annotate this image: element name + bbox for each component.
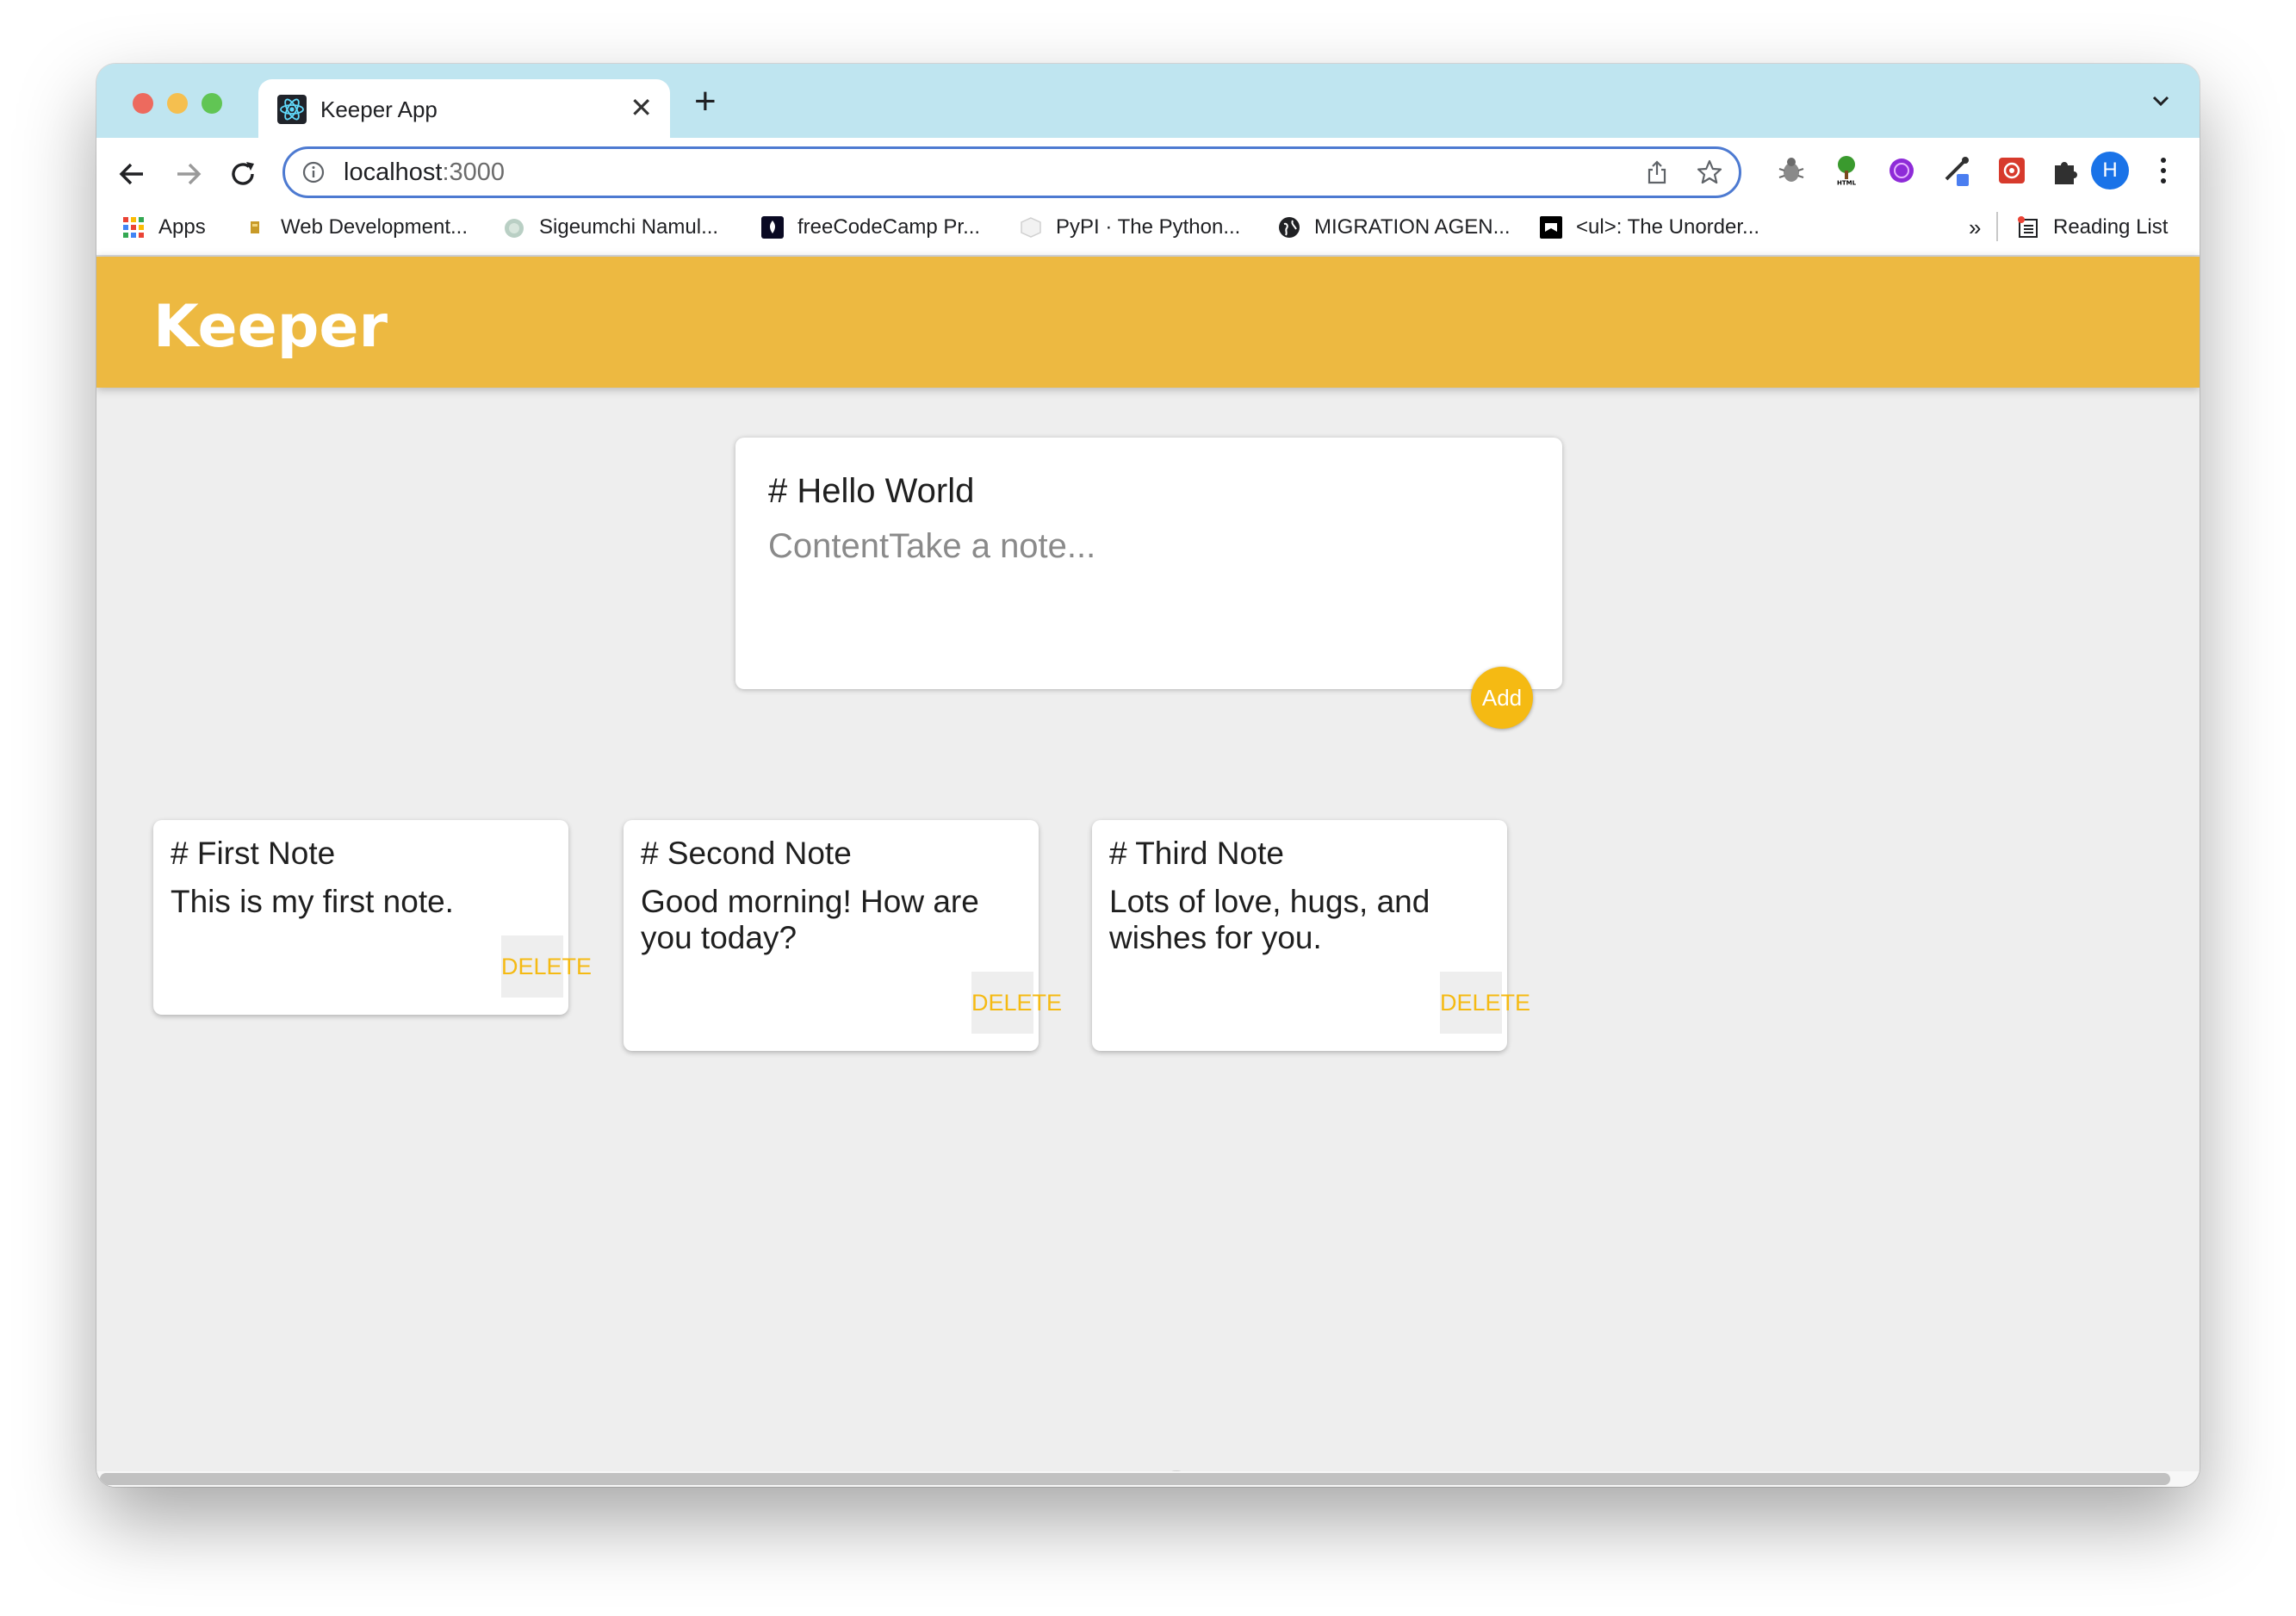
bug-extension-icon[interactable]: [1774, 153, 1809, 188]
bookmark-pypi[interactable]: PyPI · The Python...: [1020, 212, 1240, 243]
app-title: Keeper: [153, 293, 388, 361]
info-icon[interactable]: [302, 161, 325, 183]
react-logo-icon: [277, 95, 307, 124]
profile-avatar[interactable]: H: [2091, 152, 2129, 190]
close-window-button[interactable]: [133, 93, 153, 114]
freecodecamp-icon: [761, 216, 784, 239]
delete-note-button[interactable]: DELETE: [501, 935, 592, 998]
minimize-window-button[interactable]: [167, 93, 188, 114]
address-bar[interactable]: localhost:3000: [282, 146, 1741, 198]
folder-icon: [251, 221, 259, 233]
apps-grid-icon: [123, 217, 144, 238]
purple-extension-icon[interactable]: [1884, 153, 1919, 188]
bookmark-label: Apps: [158, 215, 206, 239]
delete-label: DELETE: [501, 954, 593, 979]
star-icon[interactable]: [1696, 158, 1723, 186]
bookmark-sigeumchi-namul[interactable]: Sigeumchi Namul...: [503, 212, 718, 243]
bookmark-label: <ul>: The Unorder...: [1576, 215, 1760, 239]
note-title: # Second Note: [641, 836, 852, 871]
chevron-down-icon[interactable]: [2148, 88, 2174, 114]
delete-label: DELETE: [971, 990, 1063, 1016]
red-extension-icon[interactable]: [1995, 153, 2029, 188]
note-content: This is my first note.: [171, 884, 454, 919]
delete-note-button[interactable]: DELETE: [971, 972, 1062, 1034]
url-port: :3000: [442, 158, 506, 186]
bookmark-label: freeCodeCamp Pr...: [797, 215, 981, 239]
pypi-cube-icon: [1021, 217, 1041, 238]
reading-list-button[interactable]: Reading List: [2017, 212, 2168, 243]
food-icon: [505, 219, 524, 238]
svg-text:HTML: HTML: [1837, 180, 1857, 187]
note-title: # Third Note: [1109, 836, 1284, 871]
bookmarks-overflow-button[interactable]: »: [1969, 212, 1981, 243]
bookmark-label: Sigeumchi Namul...: [539, 215, 719, 239]
bookmarks-bar: Apps Web Development... Sigeumchi Namul.…: [96, 203, 2200, 252]
note-title-input[interactable]: # Hello World: [768, 472, 974, 511]
more-vertical-icon[interactable]: [2155, 152, 2172, 190]
bookmarks-divider: [1996, 212, 1998, 241]
tab-keeper-app[interactable]: Keeper App ✕: [258, 79, 670, 140]
reload-icon[interactable]: [226, 157, 260, 191]
mdn-icon: [1540, 216, 1562, 239]
delete-note-button[interactable]: DELETE: [1440, 972, 1530, 1034]
note-card: # First Note This is my first note. DELE…: [153, 820, 592, 1015]
eyedropper-extension-icon[interactable]: [1939, 153, 1974, 188]
note-content: Lots of love, hugs, and wishes for you.: [1109, 884, 1430, 955]
tab-title: Keeper App: [320, 96, 437, 122]
bookmark-web-development[interactable]: Web Development...: [245, 212, 468, 243]
zoom-window-button[interactable]: [202, 93, 222, 114]
html-tree-extension-icon[interactable]: HTML: [1829, 153, 1864, 188]
browser-toolbar: localhost:3000 HTML H Apps Web Developme…: [96, 138, 2200, 257]
puzzle-extensions-icon[interactable]: [2048, 153, 2082, 188]
reading-list-icon: [2018, 216, 2038, 238]
create-note-form: # Hello World ContentTake a note...: [735, 438, 1562, 689]
delete-label: DELETE: [1440, 990, 1531, 1016]
globe-icon: [1279, 217, 1300, 238]
reading-list-label: Reading List: [2053, 215, 2169, 239]
note-content-textarea[interactable]: ContentTake a note...: [768, 527, 1095, 566]
note-card: # Second Note Good morning! How are you …: [624, 820, 1062, 1051]
app-header: Keeper: [96, 257, 2200, 388]
note-card: # Third Note Lots of love, hugs, and wis…: [1092, 820, 1530, 1051]
close-tab-icon[interactable]: ✕: [630, 91, 653, 124]
bookmark-apps[interactable]: Apps: [122, 212, 206, 243]
browser-window: Keeper App ✕ + localhost:3000 HTML H App…: [96, 64, 2200, 1487]
url-text: localhost:3000: [344, 158, 505, 187]
horizontal-scrollbar-thumb[interactable]: [100, 1473, 2170, 1485]
bookmark-ul-element[interactable]: <ul>: The Unorder...: [1540, 212, 1759, 243]
page-content: Keeper # Hello World ContentTake a note.…: [96, 257, 2200, 1487]
new-tab-button[interactable]: +: [694, 83, 717, 121]
bookmark-label: Web Development...: [281, 215, 468, 239]
note-title: # First Note: [171, 836, 336, 871]
bookmark-label: PyPI · The Python...: [1056, 215, 1241, 239]
add-note-button[interactable]: Add: [1471, 667, 1533, 729]
url-host: localhost: [344, 158, 443, 186]
note-content: Good morning! How are you today?: [641, 884, 979, 955]
share-icon[interactable]: [1644, 159, 1670, 185]
bookmark-migration-agent[interactable]: MIGRATION AGEN...: [1278, 212, 1511, 243]
forward-arrow-icon[interactable]: [171, 157, 205, 191]
back-arrow-icon[interactable]: [115, 157, 150, 191]
bookmark-label: MIGRATION AGEN...: [1314, 215, 1511, 239]
bookmark-freecodecamp[interactable]: freeCodeCamp Pr...: [761, 212, 980, 243]
tab-strip: Keeper App ✕ +: [96, 64, 2200, 140]
